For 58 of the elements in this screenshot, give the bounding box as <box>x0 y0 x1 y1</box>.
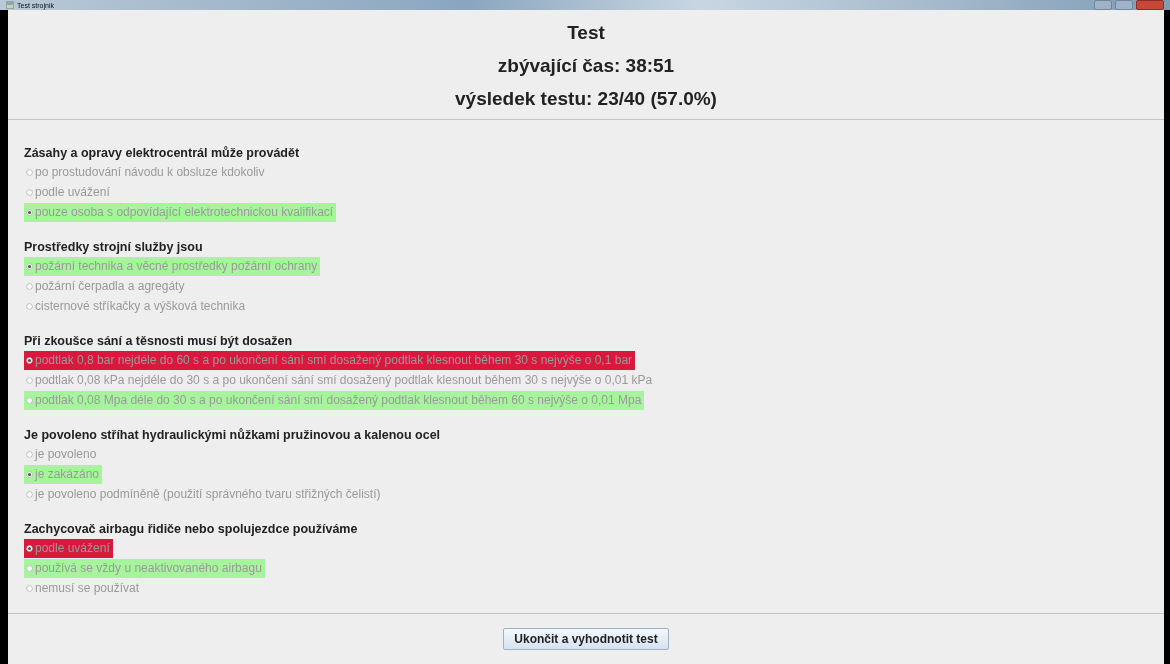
answer-option[interactable]: podle uvážení <box>24 183 113 202</box>
answer-label: podle uvážení <box>35 185 110 199</box>
answer-label: je povoleno podmíněně (použití správného tvaru střižných čelistí) <box>35 487 381 501</box>
answer-option[interactable]: podtlak 0,08 kPa nejdéle do 30 s a po ukončení sání smí dosažený podtlak klesnout během 30 s nejvýše o 0,01 kPa <box>24 371 656 390</box>
answer-option[interactable]: je zakázáno <box>24 465 103 484</box>
answer-option[interactable]: po prostudování návodu k obsluze kdokoliv <box>24 163 268 182</box>
close-button[interactable] <box>1136 0 1164 10</box>
answer-label: podle uvážení <box>35 541 110 555</box>
answer-label: používá se vždy u neaktivovaného airbagu <box>35 561 262 575</box>
radio-button[interactable] <box>26 585 33 592</box>
answer-option[interactable]: požární technika a věcné prostředky požární ochrany <box>24 257 321 276</box>
answer-label: podtlak 0,08 kPa nejdéle do 30 s a po ukončení sání smí dosažený podtlak klesnout během 30 s nejvýše o 0,01 kPa <box>35 373 653 387</box>
question-text: Zásahy a opravy elektrocentrál může provádět <box>24 145 301 162</box>
radio-button[interactable] <box>26 303 33 310</box>
answer-option[interactable]: podle uvážení <box>24 539 113 558</box>
question-text: Prostředky strojní služby jsou <box>24 239 204 256</box>
radio-button[interactable] <box>26 169 33 176</box>
radio-button[interactable] <box>26 471 33 478</box>
radio-button[interactable] <box>26 263 33 270</box>
app-icon <box>6 1 14 9</box>
test-result: výsledek testu: 23/40 (57.0%) <box>455 87 717 111</box>
radio-button[interactable] <box>26 357 33 364</box>
answer-label: cisternové stříkačky a výšková technika <box>35 299 246 313</box>
answer-label: je povoleno <box>35 447 97 461</box>
test-title: Test <box>567 21 605 45</box>
answer-option[interactable]: cisternové stříkačky a výšková technika <box>24 297 249 316</box>
radio-button[interactable] <box>26 565 33 572</box>
answer-option[interactable]: je povoleno <box>24 445 100 464</box>
answer-label: podtlak 0,8 bar nejdéle do 60 s a po ukončení sání smí dosažený podtlak klesnout během 30 s nejvýše o 0,1 bar <box>35 353 633 367</box>
answer-option[interactable]: je povoleno podmíněně (použití správného tvaru střižných čelistí) <box>24 485 384 504</box>
answer-label: je zakázáno <box>35 467 100 481</box>
time-left: zbývající čas: 38:51 <box>497 54 675 78</box>
answer-option[interactable]: nemusí se používat <box>24 579 143 598</box>
radio-button[interactable] <box>26 451 33 458</box>
answer-option[interactable]: podtlak 0,08 Mpa déle do 30 s a po ukončení sání smí dosažený podtlak klesnout během 60 s nejvýše o 0,01 Mpa <box>24 391 645 410</box>
submit-button[interactable]: Ukončit a vyhodnotit test <box>503 628 669 650</box>
answer-label: požární technika a věcné prostředky požární ochrany <box>35 259 318 273</box>
answer-label: po prostudování návodu k obsluze kdokoliv <box>35 165 265 179</box>
radio-button[interactable] <box>26 283 33 290</box>
radio-button[interactable] <box>26 209 33 216</box>
question-text: Je povoleno stříhat hydraulickými nůžkami pružinovou a kalenou ocel <box>24 427 442 444</box>
answer-option[interactable]: podtlak 0,8 bar nejdéle do 60 s a po ukončení sání smí dosažený podtlak klesnout během 30 s nejvýše o 0,1 bar <box>24 351 636 370</box>
question-text: Při zkoušce sání a těsnosti musí být dosažen <box>24 333 294 350</box>
answer-option[interactable]: používá se vždy u neaktivovaného airbagu <box>24 559 265 578</box>
maximize-button[interactable] <box>1115 0 1133 10</box>
radio-button[interactable] <box>26 189 33 196</box>
question-text: Zachycovač airbagu řidiče nebo spolujezdce používáme <box>24 521 359 538</box>
answer-label: pouze osoba s odpovídající elektrotechnickou kvalifikací <box>35 205 334 219</box>
radio-button[interactable] <box>26 377 33 384</box>
answer-label: nemusí se používat <box>35 581 140 595</box>
minimize-button[interactable] <box>1094 0 1112 10</box>
radio-button[interactable] <box>26 491 33 498</box>
radio-button[interactable] <box>26 397 33 404</box>
answer-label: podtlak 0,08 Mpa déle do 30 s a po ukončení sání smí dosažený podtlak klesnout během 60 s nejvýše o 0,01 Mpa <box>35 393 642 407</box>
answer-label: požární čerpadla a agregáty <box>35 279 185 293</box>
answer-option[interactable]: pouze osoba s odpovídající elektrotechnickou kvalifikací <box>24 203 337 222</box>
radio-button[interactable] <box>26 545 33 552</box>
answer-option[interactable]: požární čerpadla a agregáty <box>24 277 188 296</box>
